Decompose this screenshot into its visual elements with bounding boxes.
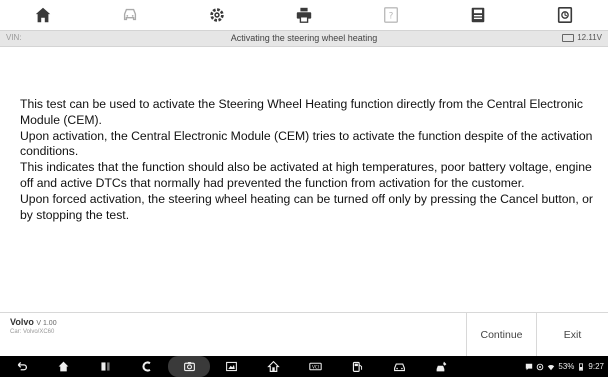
fuel-button[interactable] xyxy=(336,356,378,377)
voltage-value: 12.11V xyxy=(577,33,602,42)
recents-button[interactable] xyxy=(84,356,126,377)
settings-button[interactable] xyxy=(174,0,261,30)
diag-home-button[interactable] xyxy=(252,356,294,377)
vci-status-button[interactable]: VCI xyxy=(294,356,336,377)
android-nav-bar: VCI 53% 9:27 xyxy=(0,356,608,377)
help-button[interactable]: ? xyxy=(347,0,434,30)
diagnostic-home-icon xyxy=(266,360,280,372)
help-icon: ? xyxy=(383,7,398,23)
page-title: Activating the steering wheel heating xyxy=(230,33,378,43)
exit-button[interactable]: Exit xyxy=(536,313,608,356)
vci-button[interactable] xyxy=(126,356,168,377)
top-toolbar: ? xyxy=(0,0,608,30)
camera-button[interactable] xyxy=(168,356,210,377)
recent-apps-icon xyxy=(100,362,110,371)
settings-status-icon xyxy=(537,363,544,370)
make-name: Volvo xyxy=(10,317,34,327)
car-model: Car: Volvo/XC60 xyxy=(10,329,55,335)
vehicle-make: Volvo V 1.00 xyxy=(10,317,57,327)
screenshot-button[interactable] xyxy=(210,356,252,377)
wifi-icon xyxy=(548,364,555,370)
car-battery-icon xyxy=(562,33,575,42)
save-button[interactable] xyxy=(434,0,521,30)
back-icon xyxy=(17,361,27,371)
voltage-indicator: 12.11V xyxy=(562,33,602,42)
svg-text:VCI: VCI xyxy=(312,365,319,370)
clock: 9:27 xyxy=(588,362,604,371)
print-button[interactable] xyxy=(261,0,348,30)
status-bar: 53% 9:27 xyxy=(525,356,604,377)
printer-icon xyxy=(296,7,312,23)
continue-button[interactable]: Continue xyxy=(466,313,536,356)
car-icon xyxy=(393,363,405,372)
svg-text:?: ? xyxy=(388,12,393,22)
home-button[interactable] xyxy=(0,0,87,30)
datalog-button[interactable] xyxy=(521,0,608,30)
message-icon xyxy=(526,363,533,370)
back-button[interactable] xyxy=(0,356,42,377)
description-text: This test can be used to activate the St… xyxy=(20,97,595,223)
paragraph: Upon forced activation, the steering whe… xyxy=(20,191,593,222)
car-swap-icon xyxy=(124,8,137,21)
title-bar: VIN: Activating the steering wheel heati… xyxy=(0,30,608,47)
footer-bar: Volvo V 1.00 Car: Volvo/XC60 Continue Ex… xyxy=(0,312,608,356)
paragraph: This test can be used to activate the St… xyxy=(20,97,583,127)
car-repair-icon xyxy=(436,361,446,372)
home-nav-button[interactable] xyxy=(42,356,84,377)
camera-icon xyxy=(183,362,195,372)
vci-connection-icon: VCI xyxy=(308,362,322,371)
save-icon xyxy=(471,7,485,23)
paragraph: Upon activation, the Central Electronic … xyxy=(20,128,593,159)
vehicle-swap-button[interactable] xyxy=(87,0,174,30)
gear-icon xyxy=(210,8,224,22)
fuel-icon xyxy=(352,361,362,372)
repair-button[interactable] xyxy=(420,356,462,377)
screenshot-icon xyxy=(225,361,237,372)
vci-icon xyxy=(142,361,151,372)
software-version: V 1.00 xyxy=(36,320,57,327)
battery-icon xyxy=(579,362,584,371)
battery-percent: 53% xyxy=(558,362,575,371)
paragraph: This indicates that the function should … xyxy=(20,160,592,190)
datalog-icon xyxy=(557,6,572,24)
home-icon xyxy=(36,7,51,23)
car-button[interactable] xyxy=(378,356,420,377)
main-content: This test can be used to activate the St… xyxy=(0,47,608,312)
home-icon xyxy=(58,361,68,372)
